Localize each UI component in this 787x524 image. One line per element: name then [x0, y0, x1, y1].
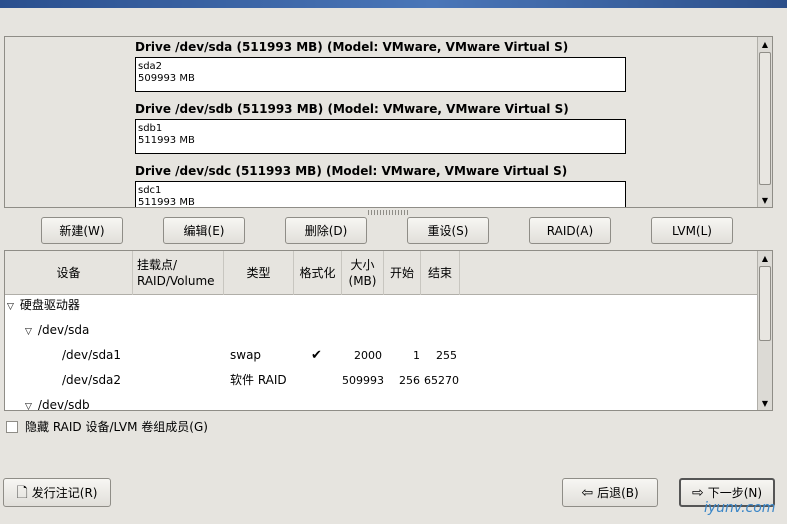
hide-raid-checkbox[interactable] [6, 420, 18, 433]
tree-node-sda[interactable]: ▽/dev/sda [25, 318, 89, 343]
column-type[interactable]: 类型 [224, 251, 294, 295]
cell-device: /dev/sda2 [62, 373, 122, 387]
partition-size: 511993 MB [138, 135, 195, 146]
edit-button[interactable]: 编辑(E) [163, 217, 245, 244]
cell-size: 2000 [354, 349, 382, 362]
expander-down-icon[interactable]: ▽ [7, 302, 14, 312]
tree-node-sdb[interactable]: ▽/dev/sdb [25, 393, 90, 410]
partition-name: sdb1 [138, 123, 163, 134]
pane-resize-grip[interactable] [368, 210, 408, 215]
cell-type: 软件 RAID [230, 373, 287, 387]
cell-device: /dev/sda1 [62, 348, 122, 362]
partition-size: 511993 MB [138, 197, 195, 208]
hide-raid-option[interactable]: 隐藏 RAID 设备/LVM 卷组成员(G) [6, 418, 208, 435]
arrow-left-icon: ⇦ [581, 484, 594, 501]
release-notes-button[interactable]: 🗋 发行注记(R) [3, 478, 111, 507]
lvm-button[interactable]: LVM(L) [651, 217, 733, 244]
scroll-down-icon[interactable]: ▼ [758, 193, 772, 207]
watermark-text: iyunv.com [704, 500, 776, 516]
table-row[interactable]: /dev/sda2 软件 RAID 509993 256 65270 [5, 368, 760, 393]
partition-size: 509993 MB [138, 73, 195, 84]
cell-start: 1 [413, 349, 420, 362]
table-row[interactable]: ▽/dev/sda [5, 318, 760, 343]
drive-title: Drive /dev/sda (511993 MB) (Model: VMwar… [135, 40, 569, 54]
back-button[interactable]: ⇦ 后退(B) [562, 478, 658, 507]
cell-size: 509993 [342, 374, 384, 387]
scroll-thumb[interactable] [759, 52, 771, 185]
top-banner [0, 0, 787, 8]
hide-raid-label: 隐藏 RAID 设备/LVM 卷组成员(G) [25, 420, 208, 434]
expander-down-icon[interactable]: ▽ [25, 327, 32, 337]
reset-button[interactable]: 重设(S) [407, 217, 489, 244]
drive-map-panel: Drive /dev/sda (511993 MB) (Model: VMwar… [4, 36, 773, 208]
cell-end: 255 [436, 349, 457, 362]
partition-block-sdc1[interactable]: sdc1 511993 MB [135, 181, 626, 208]
expander-down-icon[interactable]: ▽ [25, 402, 32, 410]
table-scrollbar[interactable]: ▲ ▼ [757, 251, 772, 410]
table-header: 设备 挂载点/ RAID/Volume 类型 格式化 大小 (MB) 开始 结束 [5, 251, 760, 295]
column-device[interactable]: 设备 [5, 251, 133, 295]
table-row[interactable]: /dev/sda1 swap ✔ 2000 1 255 [5, 343, 760, 368]
partition-block-sdb1[interactable]: sdb1 511993 MB [135, 119, 626, 154]
partition-name: sda2 [138, 61, 163, 72]
new-button[interactable]: 新建(W) [41, 217, 123, 244]
drive-title: Drive /dev/sdc (511993 MB) (Model: VMwar… [135, 164, 568, 178]
partition-table: 设备 挂载点/ RAID/Volume 类型 格式化 大小 (MB) 开始 结束… [4, 250, 773, 411]
delete-button[interactable]: 删除(D) [285, 217, 367, 244]
table-row[interactable]: ▽ 硬盘驱动器 [5, 293, 760, 318]
cell-end: 65270 [424, 374, 459, 387]
table-row[interactable]: ▽/dev/sdb [5, 393, 760, 410]
column-mount[interactable]: 挂载点/ RAID/Volume [133, 251, 224, 295]
scroll-thumb[interactable] [759, 266, 771, 341]
drive-sda: Drive /dev/sda (511993 MB) (Model: VMwar… [135, 39, 630, 92]
cell-start: 256 [399, 374, 420, 387]
scroll-up-icon[interactable]: ▲ [758, 251, 772, 265]
drive-panel-scrollbar[interactable]: ▲ ▼ [757, 37, 772, 207]
drive-sdb: Drive /dev/sdb (511993 MB) (Model: VMwar… [135, 101, 630, 154]
cell-type: swap [230, 348, 262, 362]
scroll-down-icon[interactable]: ▼ [758, 396, 772, 410]
column-format[interactable]: 格式化 [294, 251, 342, 295]
partition-block-sda2[interactable]: sda2 509993 MB [135, 57, 626, 92]
document-icon: 🗋 [16, 484, 28, 501]
format-check-icon: ✔ [311, 348, 322, 363]
partition-name: sdc1 [138, 185, 162, 196]
column-end[interactable]: 结束 [421, 251, 460, 295]
scroll-up-icon[interactable]: ▲ [758, 37, 772, 51]
column-size[interactable]: 大小 (MB) [342, 251, 384, 295]
column-start[interactable]: 开始 [384, 251, 421, 295]
drive-title: Drive /dev/sdb (511993 MB) (Model: VMwar… [135, 102, 569, 116]
raid-button[interactable]: RAID(A) [529, 217, 611, 244]
drive-sdc: Drive /dev/sdc (511993 MB) (Model: VMwar… [135, 163, 630, 208]
arrow-right-icon: ⇨ [691, 484, 704, 501]
tree-node-hard-drives[interactable]: ▽ 硬盘驱动器 [7, 293, 80, 318]
